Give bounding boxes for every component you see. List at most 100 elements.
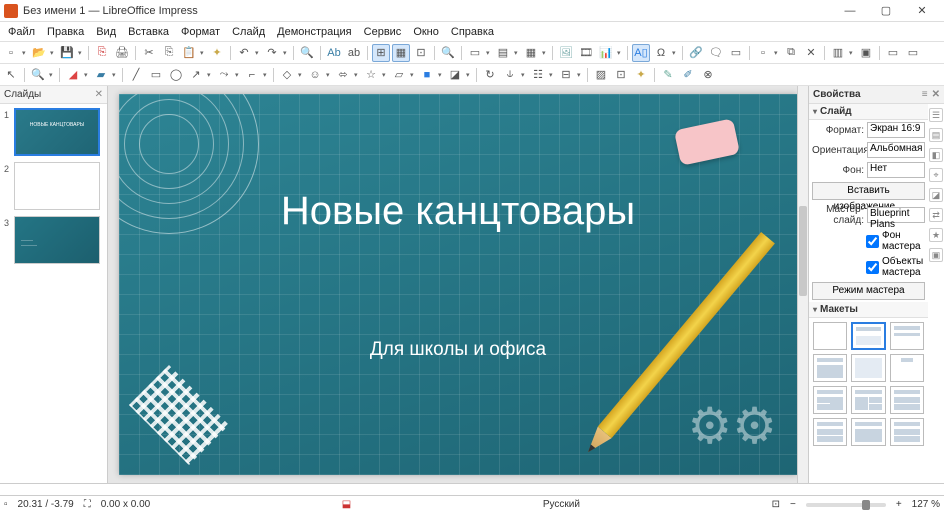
- callout-shapes-icon[interactable]: ▱: [390, 66, 408, 84]
- insert-hyperlink-icon[interactable]: 🔗: [687, 44, 705, 62]
- clone-format-icon[interactable]: ✦: [208, 44, 226, 62]
- insert-special-icon[interactable]: Ω: [652, 44, 670, 62]
- panel-menu-icon[interactable]: ≡: [922, 89, 928, 100]
- rotate-icon[interactable]: ↻: [481, 66, 499, 84]
- menu-insert[interactable]: Вставка: [122, 24, 175, 40]
- undo-icon[interactable]: ↶: [235, 44, 253, 62]
- insert-comment-icon[interactable]: 🗨: [707, 44, 725, 62]
- shadow-icon[interactable]: ▨: [592, 66, 610, 84]
- background-select[interactable]: Нет: [867, 162, 925, 178]
- layout-item[interactable]: [890, 386, 924, 414]
- status-save-icon[interactable]: ⬓: [342, 499, 351, 510]
- crop-icon[interactable]: ⊡: [612, 66, 630, 84]
- slide-editor[interactable]: ⚙⚙ Новые канцтовары Для школы и офиса: [108, 86, 808, 483]
- paste-icon[interactable]: 📋: [180, 44, 198, 62]
- extrusion-icon[interactable]: ⊗: [699, 66, 717, 84]
- layout-item[interactable]: [813, 418, 847, 446]
- fill-color-icon[interactable]: ▰: [92, 66, 110, 84]
- menu-slideshow[interactable]: Демонстрация: [271, 24, 358, 40]
- autospell-icon[interactable]: ab: [345, 44, 363, 62]
- view-outline-icon[interactable]: ▤: [494, 44, 512, 62]
- menu-tools[interactable]: Сервис: [358, 24, 408, 40]
- tab-navigator-icon[interactable]: ⌖: [929, 168, 943, 182]
- zoom-in-icon[interactable]: +: [896, 499, 902, 510]
- slide-master-icon[interactable]: ▣: [857, 44, 875, 62]
- table-icon[interactable]: ▦: [522, 44, 540, 62]
- slide-subtitle[interactable]: Для школы и офиса: [119, 339, 797, 361]
- rect-icon[interactable]: ▭: [147, 66, 165, 84]
- save-icon[interactable]: 💾: [58, 44, 76, 62]
- open-icon[interactable]: 📂: [30, 44, 48, 62]
- vertical-scrollbar[interactable]: [797, 86, 808, 483]
- 3d-icon[interactable]: ◪: [446, 66, 464, 84]
- cut-icon[interactable]: ✂: [140, 44, 158, 62]
- zoom-fit-icon[interactable]: ⊡: [772, 499, 780, 510]
- menu-help[interactable]: Справка: [445, 24, 500, 40]
- flowchart-icon[interactable]: ■: [418, 66, 436, 84]
- zoom-out-icon[interactable]: −: [790, 499, 796, 510]
- maximize-button[interactable]: ▢: [868, 1, 904, 21]
- insert-av-icon[interactable]: 🎞: [577, 44, 595, 62]
- start-current-icon[interactable]: ▭: [904, 44, 922, 62]
- slide-thumbnail-2[interactable]: [14, 162, 100, 210]
- points-icon[interactable]: ✎: [659, 66, 677, 84]
- ellipse-icon[interactable]: ◯: [167, 66, 185, 84]
- menu-view[interactable]: Вид: [90, 24, 122, 40]
- tab-gallery-icon[interactable]: ◧: [929, 148, 943, 162]
- layout-item[interactable]: [813, 386, 847, 414]
- section-slide[interactable]: Слайд: [809, 104, 928, 120]
- menu-slide[interactable]: Слайд: [226, 24, 271, 40]
- print-icon[interactable]: 🖨: [113, 44, 131, 62]
- slide-title[interactable]: Новые канцтовары: [119, 189, 797, 234]
- close-button[interactable]: ✕: [904, 1, 940, 21]
- zoom-icon[interactable]: 🔍: [439, 44, 457, 62]
- insert-textbox-icon[interactable]: A▯: [632, 44, 650, 62]
- insert-header-icon[interactable]: ▭: [727, 44, 745, 62]
- master-bg-checkbox[interactable]: [866, 235, 879, 248]
- layout-item[interactable]: [890, 322, 924, 350]
- layout-item[interactable]: [851, 418, 885, 446]
- layout-item[interactable]: [851, 386, 885, 414]
- curve-icon[interactable]: ⤳: [215, 66, 233, 84]
- guides-icon[interactable]: ⊡: [412, 44, 430, 62]
- layout-item[interactable]: [851, 354, 885, 382]
- zoom-pan-icon[interactable]: 🔍: [29, 66, 47, 84]
- distribute-icon[interactable]: ⊟: [557, 66, 575, 84]
- horizontal-scrollbar[interactable]: [0, 483, 944, 495]
- tab-transition-icon[interactable]: ⇄: [929, 208, 943, 222]
- layout-item[interactable]: [813, 354, 847, 382]
- format-select[interactable]: Экран 16:9: [867, 122, 925, 138]
- current-slide[interactable]: ⚙⚙ Новые канцтовары Для школы и офиса: [119, 94, 797, 475]
- arrange-icon[interactable]: ☷: [529, 66, 547, 84]
- menu-edit[interactable]: Правка: [41, 24, 90, 40]
- zoom-slider[interactable]: [806, 503, 886, 507]
- orientation-select[interactable]: Альбомная: [867, 142, 925, 158]
- dup-slide-icon[interactable]: ⧉: [782, 44, 800, 62]
- insert-chart-icon[interactable]: 📊: [597, 44, 615, 62]
- export-pdf-icon[interactable]: ⎘: [93, 44, 111, 62]
- find-icon[interactable]: 🔍: [298, 44, 316, 62]
- tab-shapes-icon[interactable]: ◪: [929, 188, 943, 202]
- start-slideshow-icon[interactable]: ▭: [884, 44, 902, 62]
- symbol-shapes-icon[interactable]: ☺: [306, 66, 324, 84]
- insert-image-button[interactable]: Вставить изображение...: [812, 182, 925, 200]
- layout-title[interactable]: [851, 322, 885, 350]
- tab-properties-icon[interactable]: ☰: [929, 108, 943, 122]
- select-icon[interactable]: ↖: [2, 66, 20, 84]
- del-slide-icon[interactable]: ✕: [802, 44, 820, 62]
- master-objects-checkbox[interactable]: [866, 261, 879, 274]
- menu-file[interactable]: Файл: [2, 24, 41, 40]
- tab-styles-icon[interactable]: ▤: [929, 128, 943, 142]
- new-slide-icon[interactable]: ▫: [754, 44, 772, 62]
- tab-animation-icon[interactable]: ★: [929, 228, 943, 242]
- basic-shapes-icon[interactable]: ◇: [278, 66, 296, 84]
- redo-icon[interactable]: ↷: [263, 44, 281, 62]
- menu-format[interactable]: Формат: [175, 24, 226, 40]
- align-icon[interactable]: ⫝: [501, 66, 519, 84]
- copy-icon[interactable]: ⎘: [160, 44, 178, 62]
- menu-window[interactable]: Окно: [407, 24, 445, 40]
- layout-item[interactable]: [890, 418, 924, 446]
- master-select[interactable]: Blueprint Plans: [867, 207, 925, 223]
- zoom-value[interactable]: 127 %: [912, 499, 940, 510]
- slide-layout-icon[interactable]: ▥: [829, 44, 847, 62]
